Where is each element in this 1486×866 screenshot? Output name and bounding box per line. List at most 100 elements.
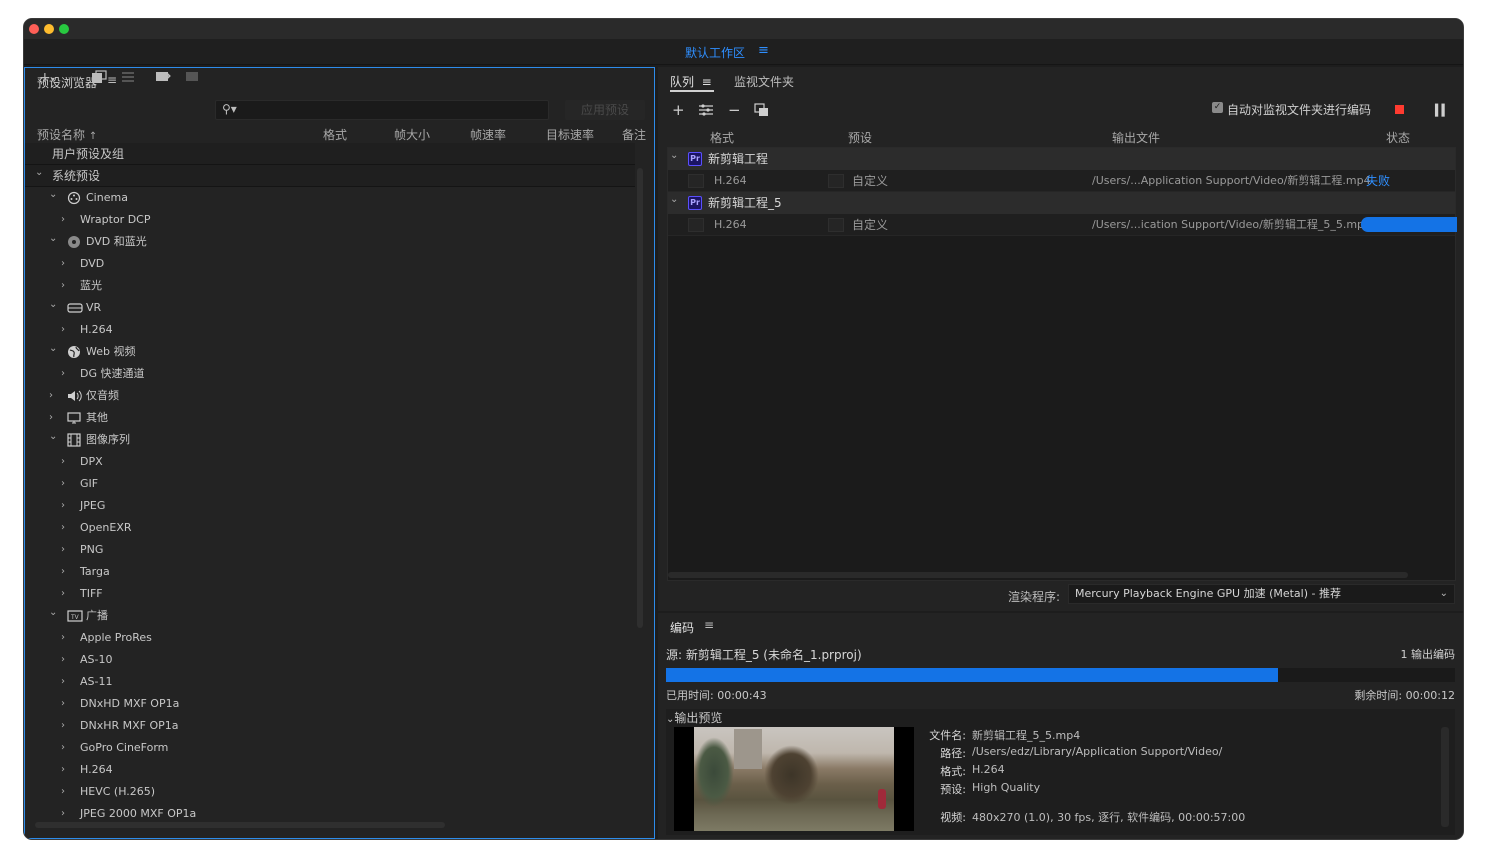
zoom-window-button[interactable] [59,24,69,34]
chevron-down-icon[interactable]: ⌄ [35,162,43,184]
chevron-right-icon[interactable]: › [61,693,65,715]
close-window-button[interactable] [29,24,39,34]
chevron-right-icon[interactable]: › [49,385,53,407]
chevron-right-icon[interactable]: › [61,319,65,341]
preset-search-input[interactable]: ⚲▾ [215,100,549,120]
format-dropdown-icon[interactable] [688,174,704,188]
col-target-rate[interactable]: 目标速率 [546,126,594,143]
chevron-right-icon[interactable]: › [61,275,65,297]
preset-tree-row[interactable]: › HEVC (H.265) [25,781,635,803]
new-group-icon[interactable] [91,70,107,88]
encoding-title[interactable]: 编码 [670,619,694,636]
preset-tree-row[interactable]: › 仅音频 [25,385,635,407]
preset-tree-row[interactable]: › OpenEXR [25,517,635,539]
preset-tree-row[interactable]: › 蓝光 [25,275,635,297]
chevron-right-icon[interactable]: › [61,627,65,649]
preset-dropdown-icon[interactable] [828,218,844,232]
queue-project-row[interactable]: ⌄ Pr 新剪辑工程 [668,148,1455,170]
preset-tree-row[interactable]: › Apple ProRes [25,627,635,649]
stop-queue-button[interactable] [1395,105,1404,114]
item-output-file[interactable]: /Users/...Application Support/Video/新剪辑工… [1092,170,1371,192]
preset-tree-row[interactable]: › Targa [25,561,635,583]
duplicate-item-icon[interactable] [754,103,770,121]
chevron-down-icon[interactable]: ⌄ [49,184,57,206]
preset-tree-row[interactable]: ⌄ VR [25,297,635,319]
preset-tree-row[interactable]: › DG 快速通道 [25,363,635,385]
output-preview-toggle[interactable]: ⌄输出预览 [666,709,722,726]
preset-tree-row[interactable]: ⌄ 系统预设 [25,165,635,187]
preset-tree-row[interactable]: › GIF [25,473,635,495]
chevron-right-icon[interactable]: › [61,253,65,275]
chevron-right-icon[interactable]: › [61,561,65,583]
chevron-down-icon[interactable]: ⌄ [49,228,57,250]
chevron-right-icon[interactable]: › [61,759,65,781]
chevron-right-icon[interactable]: › [61,737,65,759]
status-fail-link[interactable]: 失败 [1366,170,1390,192]
queue-project-row[interactable]: ⌄ Pr 新剪辑工程_5 [668,192,1455,214]
col-frame-rate[interactable]: 帧速率 [470,126,506,143]
export-preset-icon[interactable] [185,70,201,88]
chevron-down-icon[interactable]: ⌄ [49,426,57,448]
add-source-icon[interactable]: + [672,101,685,119]
queue-horizontal-scrollbar[interactable] [668,572,1408,578]
workspace-menu-icon[interactable]: ≡ [758,43,769,58]
item-preset[interactable]: 自定义 [852,170,888,192]
col-preset-name[interactable]: 预设名称 ↑ [37,126,97,143]
preset-tree-row[interactable]: › PNG [25,539,635,561]
preset-tree-row[interactable]: › TIFF [25,583,635,605]
panel-menu-icon[interactable]: ≡ [107,73,117,87]
chevron-right-icon[interactable]: › [61,363,65,385]
apply-preset-button[interactable]: 应用预设 [565,100,645,120]
preview-scrollbar[interactable] [1441,727,1449,827]
tab-queue[interactable]: 队列 ≡ [670,73,712,90]
preset-tree-row[interactable]: ⌄ DVD 和蓝光 [25,231,635,253]
preset-tree-row[interactable]: › DVD [25,253,635,275]
import-preset-icon[interactable] [155,70,171,88]
col-format[interactable]: 格式 [323,126,347,143]
chevron-right-icon[interactable]: › [61,495,65,517]
remove-item-icon[interactable]: − [728,101,741,119]
chevron-right-icon[interactable]: › [61,451,65,473]
preset-settings-icon[interactable] [121,70,135,88]
col-frame-size[interactable]: 帧大小 [394,126,430,143]
chevron-right-icon[interactable]: › [61,539,65,561]
preset-tree-row[interactable]: › AS-10 [25,649,635,671]
preset-tree-row[interactable]: › JPEG [25,495,635,517]
minimize-window-button[interactable] [44,24,54,34]
chevron-down-icon[interactable]: ⌄ [670,189,678,211]
preset-vertical-scrollbar[interactable] [637,168,643,628]
preset-tree-row[interactable]: › DNxHD MXF OP1a [25,693,635,715]
queue-settings-icon[interactable] [698,103,714,121]
preset-tree-row[interactable]: 用户预设及组 [25,143,635,165]
chevron-right-icon[interactable]: › [61,517,65,539]
auto-encode-checkbox[interactable]: ✓ [1212,102,1223,113]
preset-tree-row[interactable]: › GoPro CineForm [25,737,635,759]
preset-tree-row[interactable]: › H.264 [25,759,635,781]
chevron-right-icon[interactable]: › [61,583,65,605]
chevron-down-icon[interactable]: ⌄ [670,145,678,167]
preset-tree-row[interactable]: ⌄ TV 广播 [25,605,635,627]
chevron-right-icon[interactable]: › [61,781,65,803]
preset-tree-row[interactable]: ⌄ 图像序列 [25,429,635,451]
col-notes[interactable]: 备注 [622,126,646,143]
chevron-right-icon[interactable]: › [61,649,65,671]
item-format[interactable]: H.264 [714,170,747,192]
preset-tree-row[interactable]: ⌄ Cinema [25,187,635,209]
chevron-down-icon[interactable]: ⌄ [49,294,57,316]
chevron-right-icon[interactable]: › [61,671,65,693]
preset-tree-row[interactable]: › AS-11 [25,671,635,693]
chevron-down-icon[interactable]: ⌄ [49,338,57,360]
preset-horizontal-scrollbar[interactable] [35,822,445,828]
remove-preset-icon[interactable]: − [67,70,79,86]
chevron-right-icon[interactable]: › [61,473,65,495]
preset-tree-row[interactable]: ⌄ Web 视频 [25,341,635,363]
tab-watch-folders[interactable]: 监视文件夹 [734,73,794,90]
item-format[interactable]: H.264 [714,214,747,236]
preset-tree-row[interactable]: › DNxHR MXF OP1a [25,715,635,737]
chevron-right-icon[interactable]: › [61,715,65,737]
preset-dropdown-icon[interactable] [828,174,844,188]
pause-queue-button[interactable]: ▍▍ [1435,104,1450,117]
preset-tree-row[interactable]: › DPX [25,451,635,473]
preset-tree-row[interactable]: › Wraptor DCP [25,209,635,231]
add-preset-icon[interactable]: +▾ [39,70,55,88]
